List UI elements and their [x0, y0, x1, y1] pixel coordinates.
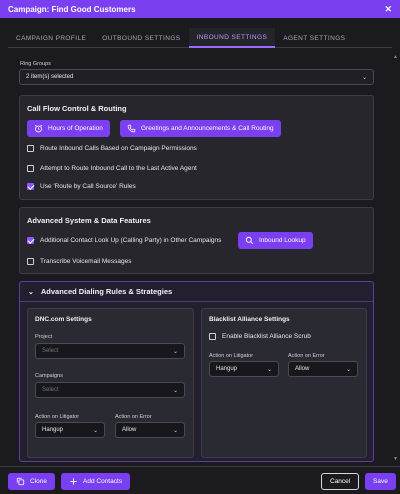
clone-label: Clone: [30, 478, 47, 485]
blacklist-settings-panel: Blacklist Alliance Settings Enable Black…: [201, 308, 367, 458]
hours-of-operation-button[interactable]: Hours of Operation: [27, 120, 110, 137]
ring-groups-label: Ring Groups: [20, 61, 51, 67]
blacklist-error-label: Action on Error: [288, 353, 325, 359]
tab-campaign-profile[interactable]: CAMPAIGN PROFILE: [8, 28, 94, 48]
route-by-permissions-option: Route Inbound Calls Based on Campaign Pe…: [27, 145, 197, 152]
transcribe-voicemail-checkbox[interactable]: [27, 258, 34, 265]
close-icon[interactable]: ✕: [384, 4, 392, 15]
cancel-button[interactable]: Cancel: [321, 473, 360, 490]
last-active-agent-option: Attempt to Route Inbound Call to the Las…: [27, 165, 197, 172]
transcribe-voicemail-option: Transcribe Voicemail Messages: [27, 258, 132, 265]
phone-icon: [127, 124, 136, 133]
inbound-lookup-label: Inbound Lookup: [259, 237, 306, 244]
route-by-permissions-label: Route Inbound Calls Based on Campaign Pe…: [40, 145, 197, 152]
blacklist-settings-title: Blacklist Alliance Settings: [209, 316, 290, 323]
dnc-settings-panel: DNC.com Settings Project Select ⌄ Campai…: [27, 308, 194, 458]
inbound-lookup-button[interactable]: Inbound Lookup: [238, 232, 313, 249]
dnc-error-value: Allow: [122, 427, 137, 433]
chevron-down-icon: ⌄: [172, 348, 178, 355]
blacklist-scrub-checkbox[interactable]: [209, 333, 216, 340]
alarm-clock-icon: [34, 124, 43, 133]
blacklist-error-select[interactable]: Allow ⌄: [288, 361, 358, 377]
blacklist-litigator-label: Action on Litigator: [209, 353, 254, 359]
blacklist-error-value: Allow: [295, 366, 310, 372]
advanced-system-panel: Advanced System & Data Features Addition…: [19, 207, 374, 274]
chevron-down-icon: ⌄: [92, 427, 98, 434]
advanced-dialing-title: Advanced Dialing Rules & Strategies: [40, 287, 173, 296]
contact-lookup-option: Additional Contact Look Up (Calling Part…: [27, 237, 221, 244]
chevron-down-icon: ⌄: [361, 74, 367, 81]
tab-outbound-settings[interactable]: OUTBOUND SETTINGS: [94, 28, 188, 48]
blacklist-scrub-label: Enable Blacklist Alliance Scrub: [222, 333, 311, 340]
greetings-announcements-button[interactable]: Greetings and Announcements & Call Routi…: [120, 120, 281, 137]
contact-lookup-label: Additional Contact Look Up (Calling Part…: [40, 237, 222, 244]
route-by-call-source-option: Use 'Route by Call Source' Rules: [27, 183, 136, 190]
save-label: Save: [373, 478, 388, 485]
campaigns-placeholder: Select: [42, 387, 59, 393]
window-title: Campaign: Find Good Customers: [8, 4, 136, 14]
ring-groups-value: 2 item(s) selected: [26, 74, 74, 80]
scrollbar[interactable]: ▲ ▼: [393, 54, 398, 462]
add-contacts-label: Add Contacts: [83, 478, 123, 485]
hours-of-operation-label: Hours of Operation: [48, 125, 103, 132]
blacklist-litigator-value: Hangup: [216, 366, 238, 372]
advanced-dialing-section: ⌄ Advanced Dialing Rules & Strategies DN…: [19, 281, 374, 462]
dnc-error-select[interactable]: Allow ⌄: [115, 422, 185, 438]
dnc-error-label: Action on Error: [115, 414, 152, 420]
greetings-announcements-label: Greetings and Announcements & Call Routi…: [141, 125, 274, 132]
dnc-litigator-value: Hangup: [42, 427, 64, 433]
project-select[interactable]: Select ⌄: [35, 343, 185, 359]
campaigns-select[interactable]: Select ⌄: [35, 382, 185, 398]
window-titlebar: Campaign: Find Good Customers ✕: [0, 0, 400, 18]
route-by-call-source-checkbox[interactable]: [27, 183, 34, 190]
call-flow-title: Call Flow Control & Routing: [27, 104, 127, 113]
blacklist-scrub-option: Enable Blacklist Alliance Scrub: [209, 333, 311, 340]
cancel-label: Cancel: [330, 478, 351, 485]
project-label: Project: [35, 334, 53, 340]
last-active-agent-label: Attempt to Route Inbound Call to the Las…: [40, 165, 197, 172]
clone-button[interactable]: Clone: [8, 473, 55, 490]
dnc-settings-title: DNC.com Settings: [35, 316, 92, 323]
transcribe-voicemail-label: Transcribe Voicemail Messages: [40, 258, 132, 265]
blacklist-litigator-select[interactable]: Hangup ⌄: [209, 361, 279, 377]
scroll-down-icon[interactable]: ▼: [393, 456, 398, 462]
copy-icon: [16, 477, 25, 486]
tab-bar: CAMPAIGN PROFILE OUTBOUND SETTINGS INBOU…: [8, 28, 392, 48]
chevron-down-icon: ⌄: [28, 288, 34, 296]
dnc-litigator-select[interactable]: Hangup ⌄: [35, 422, 105, 438]
plus-icon: [70, 478, 77, 485]
campaigns-label: Campaigns: [35, 373, 63, 379]
chevron-down-icon: ⌄: [345, 366, 351, 373]
add-contacts-button[interactable]: Add Contacts: [61, 473, 131, 490]
ring-groups-select[interactable]: 2 item(s) selected ⌄: [19, 69, 374, 85]
dnc-litigator-label: Action on Litigator: [35, 414, 80, 420]
footer-bar: Clone Add Contacts Cancel Save: [0, 466, 400, 494]
chevron-down-icon: ⌄: [172, 387, 178, 394]
advanced-system-title: Advanced System & Data Features: [27, 216, 151, 225]
contact-lookup-checkbox[interactable]: [27, 237, 34, 244]
search-icon: [245, 236, 254, 245]
chevron-down-icon: ⌄: [266, 366, 272, 373]
scroll-up-icon[interactable]: ▲: [393, 54, 398, 60]
save-button[interactable]: Save: [365, 473, 396, 490]
route-by-permissions-checkbox[interactable]: [27, 145, 34, 152]
tab-inbound-settings[interactable]: INBOUND SETTINGS: [188, 28, 276, 48]
call-flow-panel: Call Flow Control & Routing Hours of Ope…: [19, 95, 374, 200]
route-by-call-source-label: Use 'Route by Call Source' Rules: [40, 183, 136, 190]
tab-agent-settings[interactable]: AGENT SETTINGS: [275, 28, 353, 48]
project-placeholder: Select: [42, 348, 59, 354]
last-active-agent-checkbox[interactable]: [27, 165, 34, 172]
advanced-dialing-header[interactable]: ⌄ Advanced Dialing Rules & Strategies: [20, 282, 373, 301]
chevron-down-icon: ⌄: [172, 427, 178, 434]
divider: [20, 301, 373, 302]
